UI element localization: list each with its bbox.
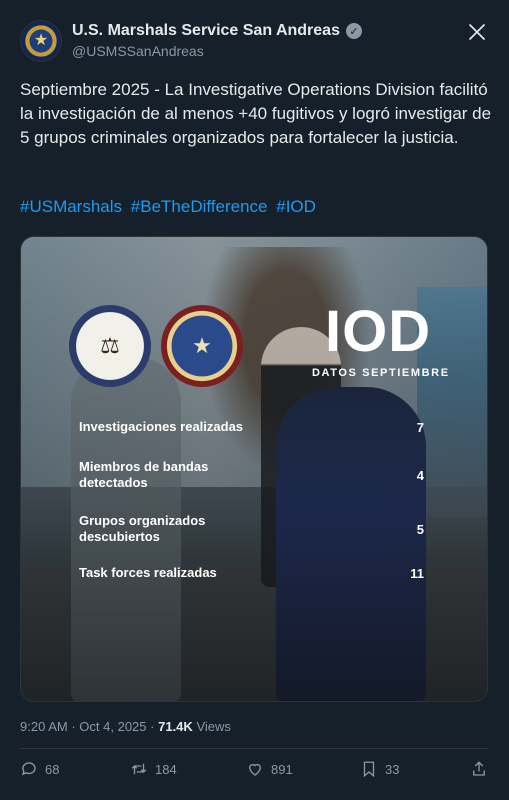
tweet-date[interactable]: Oct 4, 2025 [79, 719, 146, 734]
account-handle[interactable]: @USMSSanAndreas [72, 43, 362, 59]
like-button[interactable]: 891 [246, 760, 293, 778]
reply-button[interactable]: 68 [20, 760, 59, 778]
tweet-header: ★ U.S. Marshals Service San Andreas ✓ @U… [20, 20, 489, 62]
divider [20, 748, 489, 749]
department-of-justice-seal-icon: ★ [161, 305, 243, 387]
meta-separator: · [150, 719, 155, 734]
account-name-block: U.S. Marshals Service San Andreas ✓ @USM… [72, 22, 362, 59]
stat-row: Miembros de bandas detectados 4 [79, 459, 424, 491]
stat-label: Grupos organizados descubiertos [79, 513, 206, 544]
star-badge-icon: ★ [33, 32, 49, 49]
stat-value: 5 [416, 521, 424, 537]
repost-count: 184 [155, 761, 177, 777]
views-count: 71.4K [158, 719, 193, 734]
reply-count: 68 [45, 761, 60, 777]
stat-value: 11 [410, 565, 424, 581]
stat-value: 4 [416, 467, 424, 483]
eagle-icon: ★ [192, 333, 212, 358]
image-subtitle: DATOS SEPTIEMBRE [312, 367, 450, 379]
verified-badge-icon: ✓ [345, 23, 362, 39]
stat-row: Investigaciones realizadas 7 [79, 419, 424, 435]
image-title: IOD [325, 299, 432, 364]
bookmark-count: 33 [385, 761, 400, 777]
hashtag-iod[interactable]: #IOD [276, 197, 316, 216]
display-name-row[interactable]: U.S. Marshals Service San Andreas ✓ [72, 22, 362, 40]
share-icon [473, 761, 485, 776]
stat-row: Grupos organizados descubiertos 5 [79, 513, 424, 545]
stat-value: 7 [416, 419, 424, 435]
repost-button[interactable]: 184 [130, 760, 177, 778]
investigative-operations-seal-icon: ⚖ [69, 305, 151, 387]
bookmark-icon [363, 761, 375, 778]
reply-icon [21, 762, 36, 776]
bookmark-button[interactable]: 33 [360, 760, 399, 778]
x-logo-icon[interactable] [467, 22, 487, 42]
tweet-text: Septiembre 2025 - La Investigative Opera… [20, 80, 496, 147]
tweet-image[interactable]: ⚖ ★ IOD DATOS SEPTIEMBRE Investigaciones… [20, 236, 488, 702]
like-count: 891 [271, 761, 293, 777]
meta-separator: · [71, 719, 76, 734]
tweet-time[interactable]: 9:20 AM [20, 719, 68, 734]
eagle-icon: ⚖ [100, 333, 120, 358]
share-button[interactable] [470, 760, 488, 778]
stat-row: Task forces realizadas 11 [79, 565, 424, 581]
display-name[interactable]: U.S. Marshals Service San Andreas [72, 22, 340, 40]
hashtag-list: #USMarshals #BeTheDifference #IOD [20, 197, 320, 217]
tweet-meta: 9:20 AM · Oct 4, 2025 · 71.4K Views [20, 719, 231, 734]
stat-label: Task forces realizadas [79, 565, 217, 580]
views-label: Views [196, 719, 231, 734]
account-avatar[interactable]: ★ [20, 20, 62, 62]
heart-icon [249, 763, 261, 776]
action-bar: 68 184 891 33 [20, 760, 489, 782]
stat-label: Miembros de bandas detectados [79, 459, 209, 490]
hashtag-bethedifference[interactable]: #BeTheDifference [131, 197, 268, 216]
repost-icon [131, 763, 147, 775]
stat-label: Investigaciones realizadas [79, 419, 244, 434]
hashtag-usmarshals[interactable]: #USMarshals [20, 197, 122, 216]
